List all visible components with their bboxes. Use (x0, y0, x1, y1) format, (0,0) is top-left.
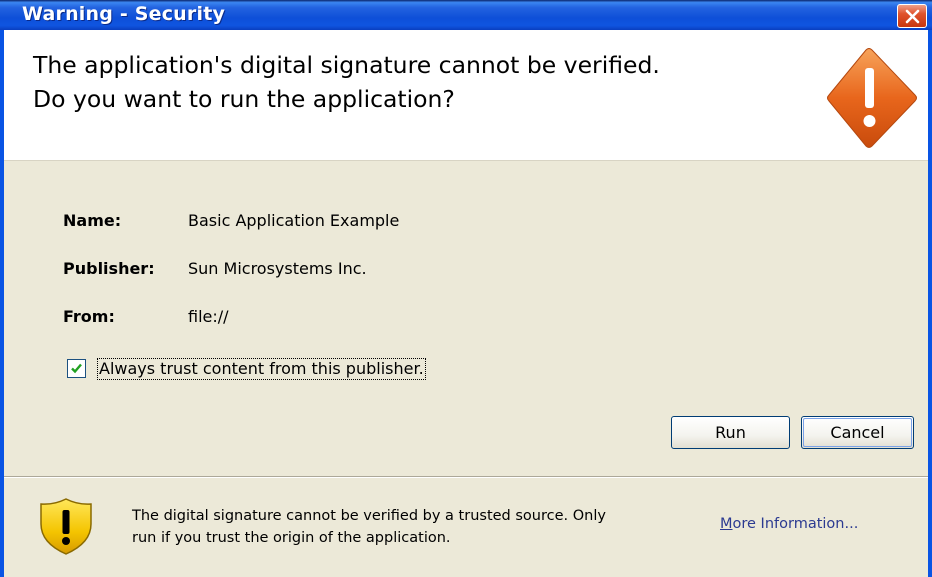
checkmark-icon (71, 363, 82, 374)
footer-message-line-1: The digital signature cannot be verified… (132, 508, 606, 524)
from-value: file:// (188, 307, 229, 326)
from-label: From: (63, 307, 115, 326)
trust-checkbox-label[interactable]: Always trust content from this publisher… (97, 358, 426, 380)
more-info-mnemonic: M (720, 516, 733, 532)
cancel-button[interactable]: Cancel (801, 416, 914, 449)
more-information-link[interactable]: More Information... (720, 516, 858, 532)
close-icon (905, 9, 920, 24)
headline-line-2: Do you want to run the application? (33, 85, 455, 113)
shield-warning-icon (40, 498, 92, 555)
run-button[interactable]: Run (671, 416, 790, 449)
footer-message-line-2: run if you trust the origin of the appli… (132, 530, 451, 546)
footer-message: The digital signature cannot be verified… (132, 505, 662, 549)
more-info-text: ore Information... (732, 516, 859, 532)
publisher-value: Sun Microsystems Inc. (188, 259, 367, 278)
name-value: Basic Application Example (188, 211, 400, 230)
trust-checkbox[interactable] (67, 359, 86, 378)
publisher-label: Publisher: (63, 259, 155, 278)
security-warning-dialog: Warning - Security The application's dig… (0, 0, 932, 577)
cancel-button-label: Cancel (830, 423, 885, 442)
name-label: Name: (63, 211, 122, 230)
headline-line-1: The application's digital signature cann… (33, 51, 660, 79)
close-button[interactable] (897, 4, 927, 28)
warning-diamond-icon (827, 48, 917, 148)
title-bar[interactable]: Warning - Security (0, 0, 932, 30)
headline: The application's digital signature cann… (33, 48, 793, 116)
window-title: Warning - Security (22, 3, 226, 25)
